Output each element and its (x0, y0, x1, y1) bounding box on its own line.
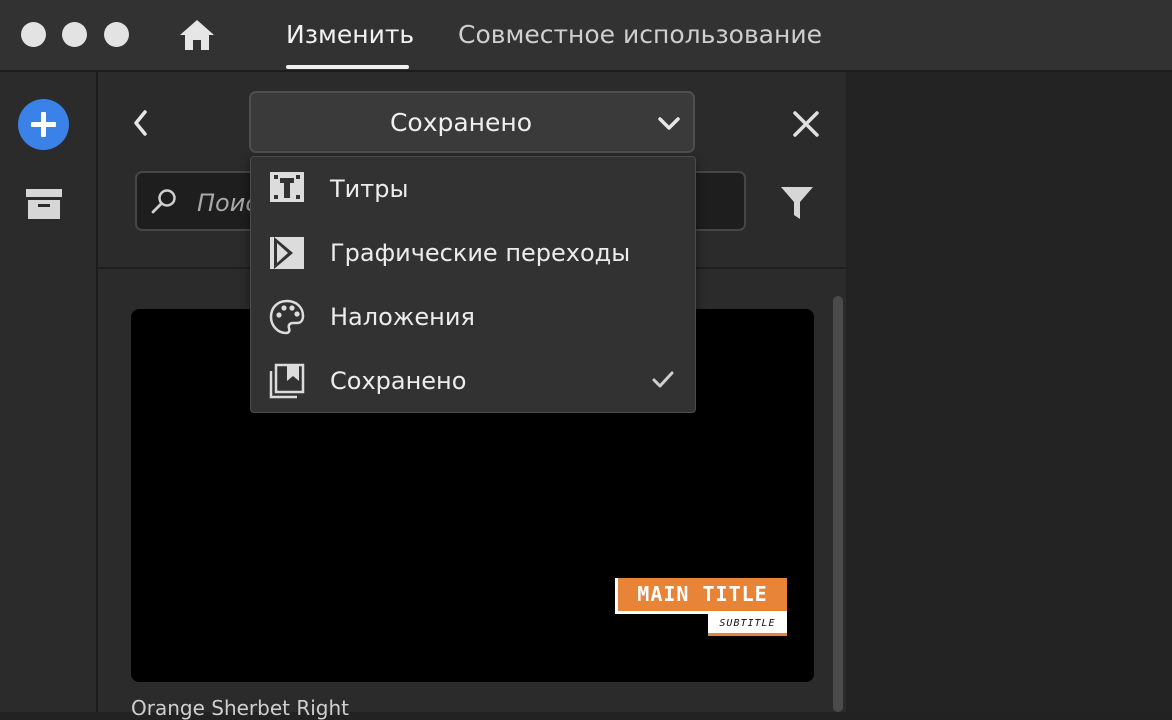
plus-icon (31, 112, 56, 137)
add-button[interactable] (18, 99, 69, 150)
title-bar: Изменить Совместное использование (0, 0, 1172, 72)
menu-item-label: Сохранено (330, 367, 467, 395)
search-icon (151, 189, 176, 214)
close-icon[interactable] (790, 108, 822, 140)
menu-item-label: Наложения (330, 303, 475, 331)
left-rail (0, 72, 98, 712)
window-zoom-button[interactable] (104, 22, 129, 47)
chevron-down-icon (658, 117, 680, 130)
right-empty-area (848, 72, 1172, 712)
lower-third-main-title: MAIN TITLE (615, 578, 787, 614)
menu-item-titles[interactable]: Титры (251, 157, 695, 221)
lower-third-subtitle-bar: SUBTITLE (708, 614, 787, 636)
category-menu: Титры Графические переходы Наложения Сох… (250, 156, 696, 413)
palette-icon (269, 299, 305, 335)
menu-item-label: Графические переходы (330, 239, 631, 267)
dropdown-selected-label: Сохранено (389, 108, 533, 137)
transition-icon (270, 237, 304, 269)
archive-icon[interactable] (25, 188, 63, 220)
menu-item-saved[interactable]: Сохранено (251, 349, 695, 413)
titles-icon (270, 172, 304, 202)
filter-icon[interactable] (780, 185, 814, 221)
template-name: Orange Sherbet Right (131, 696, 350, 720)
chevron-left-icon[interactable] (128, 108, 154, 138)
window-minimize-button[interactable] (62, 22, 87, 47)
menu-item-graphic-transitions[interactable]: Графические переходы (251, 221, 695, 285)
checkmark-icon (652, 371, 674, 388)
active-tab-indicator (286, 65, 409, 69)
panel-scrollbar[interactable] (833, 296, 843, 712)
category-dropdown[interactable]: Сохранено (249, 91, 695, 153)
tab-share[interactable]: Совместное использование (458, 18, 822, 52)
menu-item-label: Титры (330, 175, 409, 203)
tab-edit[interactable]: Изменить (286, 18, 414, 52)
menu-item-overlays[interactable]: Наложения (251, 285, 695, 349)
lower-third-subtitle: SUBTITLE (708, 614, 787, 633)
saved-icon (269, 363, 305, 399)
home-icon[interactable] (178, 18, 216, 52)
window-close-button[interactable] (21, 22, 46, 47)
